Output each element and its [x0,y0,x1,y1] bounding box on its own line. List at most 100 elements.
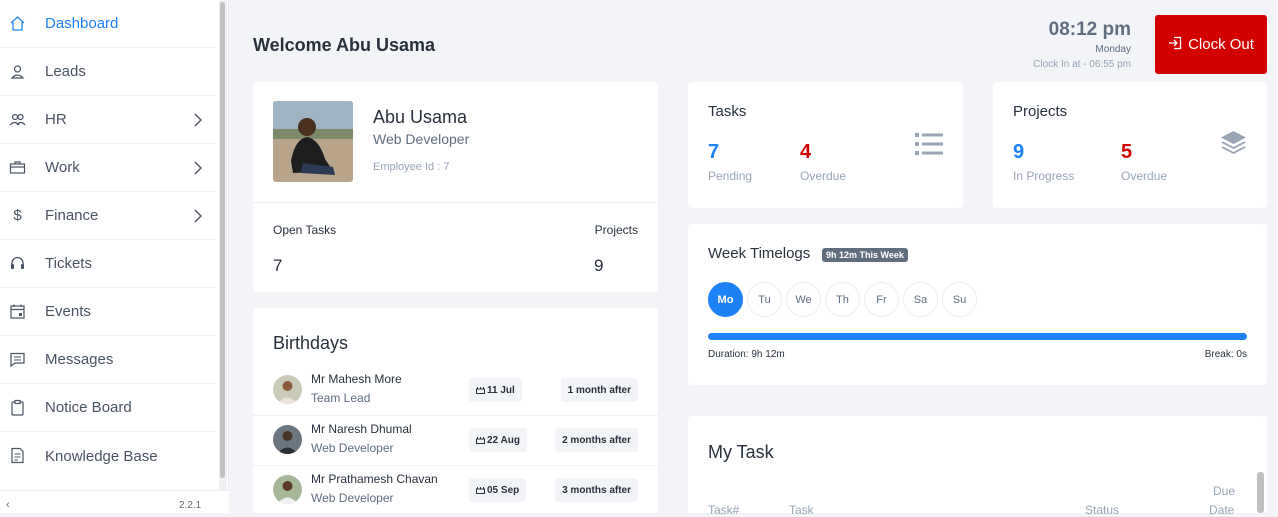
users-icon [9,111,26,128]
birthday-name: Mr Naresh Dhumal [311,422,412,436]
sidebar-item-messages[interactable]: Messages [0,336,217,384]
sidebar-item-hr[interactable]: HR [0,96,217,144]
open-tasks-count[interactable]: 7 [273,256,282,276]
timelog-break: Break: 0s [1204,349,1247,360]
projects-count[interactable]: 9 [594,256,603,276]
sidebar-item-leads[interactable]: Leads [0,48,217,96]
clipboard-icon [9,399,26,416]
avatar[interactable] [273,375,302,404]
message-icon [9,351,26,368]
clock-out-button[interactable]: Clock Out [1155,15,1267,74]
my-task-scrollbar[interactable] [1257,472,1264,513]
projects-in-progress-label: In Progress [1013,169,1075,183]
birthday-date-text: 05 Sep [487,484,520,496]
tasks-pending-count[interactable]: 7 [708,141,719,164]
profile-employee-id: Employee Id : 7 [373,161,450,173]
timelog-progress-bar [708,333,1247,340]
birthday-date-text: 11 Jul [487,384,515,396]
projects-in-progress-count[interactable]: 9 [1013,141,1024,164]
cake-icon [476,384,485,397]
sidebar: Dashboard Leads HR Work $ Finance Ticket… [0,0,229,513]
tasks-overdue-label: Overdue [800,169,847,183]
clock-out-label: Clock Out [1188,36,1254,53]
open-tasks-label: Open Tasks [273,223,337,237]
my-task-title: My Task [708,442,774,462]
projects-label: Projects [594,223,638,237]
birthday-after: 3 months after [555,478,638,502]
birthday-after: 1 month after [560,378,638,402]
sidebar-item-label: HR [45,111,67,128]
sidebar-item-notice-board[interactable]: Notice Board [0,384,217,432]
birthday-date-text: 22 Aug [487,434,520,446]
headset-icon [9,255,26,272]
column-header-status[interactable]: Status [1085,503,1119,517]
birthday-row: Mr Naresh Dhumal Web Developer 22 Aug 2 … [253,416,658,466]
birthday-role: Web Developer [311,441,394,455]
day-button-mo[interactable]: Mo [708,282,743,317]
divider [253,202,658,203]
avatar[interactable] [273,475,302,504]
my-task-card [688,416,1267,513]
column-header-date[interactable]: Date [1209,503,1234,517]
sign-out-icon [1168,36,1182,54]
sidebar-footer: ‹ 2.2.1 [0,490,229,513]
sidebar-item-label: Work [45,159,80,176]
timelogs-week-badge: 9h 12m This Week [822,248,908,262]
sidebar-item-label: Messages [45,351,114,368]
profile-avatar[interactable] [273,101,353,182]
birthday-row: Mr Prathamesh Chavan Web Developer 05 Se… [253,466,658,516]
sidebar-item-label: Events [45,303,91,320]
projects-title: Projects [1013,103,1068,120]
sidebar-item-finance[interactable]: $ Finance [0,192,217,240]
birthday-date: 11 Jul [469,378,522,402]
chevron-right-icon [192,112,204,128]
sidebar-item-events[interactable]: Events [0,288,217,336]
profile-name: Abu Usama [373,107,468,127]
day-button-tu[interactable]: Tu [747,282,782,317]
collapse-sidebar-icon[interactable]: ‹ [6,499,10,511]
profile-role: Web Developer [373,131,470,147]
column-header-task[interactable]: Task [789,503,814,517]
timelog-duration: Duration: 9h 12m [708,349,785,360]
sidebar-item-label: Leads [45,63,86,80]
birthday-name: Mr Mahesh More [311,372,402,386]
cake-icon [476,484,485,497]
day-button-su[interactable]: Su [942,282,977,317]
birthdays-title: Birthdays [273,333,349,353]
document-icon [9,447,26,464]
sidebar-scrollbar-thumb[interactable] [220,2,225,478]
sidebar-item-label: Tickets [45,255,92,272]
sidebar-item-label: Finance [45,207,99,224]
sidebar-item-knowledge-base[interactable]: Knowledge Base [0,432,217,480]
sidebar-item-label: Dashboard [45,15,119,32]
list-icon [915,133,943,160]
birthday-date: 22 Aug [469,428,527,452]
sidebar-item-work[interactable]: Work [0,144,217,192]
column-header-task-number[interactable]: Task# [708,503,739,517]
tasks-overdue-count[interactable]: 4 [800,141,811,164]
chevron-right-icon [192,160,204,176]
home-icon [9,15,26,32]
app-version: 2.2.1 [179,500,202,511]
current-day: Monday [1095,44,1131,55]
avatar[interactable] [273,425,302,454]
day-button-fr[interactable]: Fr [864,282,899,317]
projects-overdue-count[interactable]: 5 [1121,141,1132,164]
day-button-we[interactable]: We [786,282,821,317]
column-header-due[interactable]: Due [1213,484,1235,498]
current-time: 08:12 pm [1048,19,1131,40]
sidebar-item-tickets[interactable]: Tickets [0,240,217,288]
birthday-name: Mr Prathamesh Chavan [311,472,438,486]
calendar-icon [9,303,26,320]
birthday-after: 2 months after [555,428,638,452]
birthday-date: 05 Sep [469,478,527,502]
cake-icon [476,434,485,447]
day-button-th[interactable]: Th [825,282,860,317]
tasks-pending-label: Pending [708,169,753,183]
sidebar-item-dashboard[interactable]: Dashboard [0,0,217,48]
page-title: Welcome Abu Usama [253,35,436,55]
dollar-icon: $ [13,207,22,224]
briefcase-icon [9,159,26,176]
day-button-sa[interactable]: Sa [903,282,938,317]
layers-icon [1219,129,1248,163]
